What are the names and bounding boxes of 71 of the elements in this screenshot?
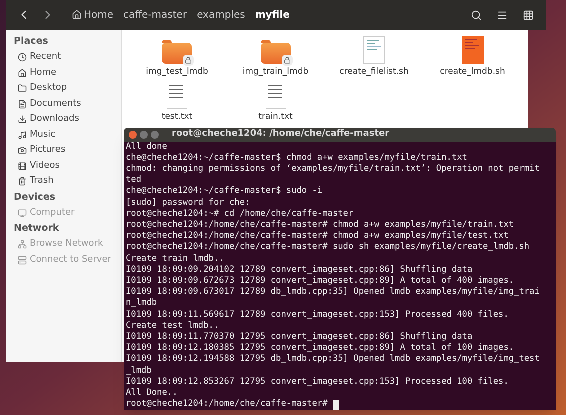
file-name[interactable]: test.txt <box>162 110 193 124</box>
sidebar-item[interactable]: Recent <box>14 50 121 66</box>
terminal-line: I0109 18:09:12.194588 12795 db_lmdb.cpp:35] Opened lmdb examples/myfile/img_test <box>126 354 540 366</box>
search-icon <box>470 10 482 20</box>
terminal-line: I0109 18:09:12.180385 12795 convert_imageset.cpp:89] A total of 100 images. <box>126 343 514 354</box>
terminal-line: Create test lmdb.. <box>126 320 220 332</box>
sidebar-item[interactable]: Videos <box>14 158 121 174</box>
sidebar-item-icon <box>18 208 27 218</box>
terminal-line: root@cheche1204:/home/che/caffe-master# sudo sh examples/myfile/create_lmdb.sh <box>126 242 530 254</box>
sidebar-item-icon <box>18 115 27 124</box>
sidebar-item[interactable]: Pictures <box>14 143 121 158</box>
sidebar-item-icon <box>18 162 27 171</box>
sidebar-item[interactable]: Home <box>14 66 121 81</box>
path-button[interactable]: myfile <box>253 8 292 22</box>
path-button[interactable]: examples <box>195 8 248 22</box>
file-name[interactable]: create_filelist.sh <box>340 66 409 79</box>
path-button[interactable]: Home <box>70 8 116 22</box>
terminal-line: I0109 18:09:09.672673 12789 convert_imageset.cpp:89] A total of 400 images. <box>126 276 514 287</box>
terminal-prompt: root@cheche1204:/home/che/caffe-master# <box>126 399 328 410</box>
grid-icon <box>522 10 534 20</box>
path-button[interactable]: caffe-master <box>122 8 190 22</box>
sidebar-item-icon <box>18 84 27 94</box>
sidebar-item-icon <box>18 240 27 250</box>
window-title: root@cheche1204: /home/che/caffe-master <box>172 128 390 141</box>
sidebar-item-icon <box>18 177 27 186</box>
file-name[interactable]: create_lmdb.sh <box>440 66 506 79</box>
sidebar-heading: Devices <box>14 190 57 204</box>
file-name[interactable]: train.txt <box>258 110 293 124</box>
terminal-line: che@cheche1204:~/caffe-master$ chmod a+w examples/myfile/train.txt <box>126 152 468 164</box>
maximize-button[interactable] <box>151 130 159 139</box>
terminal-line: I0109 18:09:11.770370 12795 convert_imageset.cpp:86] Shuffling data <box>126 332 473 343</box>
sidebar-item[interactable]: Music <box>14 128 121 143</box>
sidebar-item-icon <box>18 130 27 140</box>
script-file-icon <box>363 36 386 64</box>
text-cursor <box>332 400 339 410</box>
terminal-line: Create train lmdb.. <box>126 254 224 265</box>
sidebar-heading: Places <box>14 35 50 49</box>
terminal-line: I0109 18:09:11.569617 12789 convert_imageset.cpp:153] Processed 400 files. <box>126 310 509 321</box>
terminal-line: che@cheche1204:~/caffe-master$ sudo -i <box>126 186 323 198</box>
sidebar-item-icon <box>18 256 27 265</box>
terminal-line: _lmdb <box>126 366 152 377</box>
terminal-line: [sudo] password for che: <box>126 198 250 209</box>
sidebar-item-icon <box>18 146 27 156</box>
sidebar-item[interactable]: Desktop <box>14 81 121 96</box>
terminal-line: I0109 18:09:09.204102 12789 convert_imageset.cpp:86] Shuffling data <box>126 264 473 276</box>
sidebar-item-icon <box>18 53 27 62</box>
terminal-line: I0109 18:09:12.853267 12795 convert_imageset.cpp:153] Processed 100 files. <box>126 376 509 388</box>
terminal-line: root@cheche1204:/home/che/caffe-master# chmod a+w examples/myfile/test.txt <box>126 231 509 242</box>
terminal-line: All Done.. <box>126 388 178 400</box>
sidebar-item-icon <box>18 68 27 78</box>
terminal-line: I0109 18:09:09.673017 12789 db_lmdb.cpp:35] Opened lmdb examples/myfile/img_trai <box>126 287 540 298</box>
file-name[interactable]: img_train_lmdb <box>242 66 309 79</box>
file-name[interactable]: img_test_lmdb <box>146 66 208 79</box>
close-button[interactable] <box>129 130 137 139</box>
home-icon <box>72 10 82 20</box>
terminal-line: ted <box>126 175 142 186</box>
terminal-line: n_lmdb <box>126 298 158 310</box>
locked-folder-icon <box>260 40 291 64</box>
terminal-line: root@cheche1204:~# cd /home/che/caffe-master <box>126 208 354 220</box>
sidebar-item[interactable]: Documents <box>14 96 121 112</box>
sidebar-item[interactable]: Downloads <box>14 112 121 128</box>
sidebar-item[interactable]: Trash <box>14 174 121 190</box>
sidebar-item-icon <box>18 100 27 109</box>
terminal-line: root@cheche1204:/home/che/caffe-master# chmod a+w examples/myfile/train.txt <box>126 220 514 231</box>
terminal-line: All done <box>126 142 168 153</box>
sidebar-heading: Network <box>14 222 60 236</box>
terminal-line: chmod: changing permissions of ‘examples/myfile/train.txt’: Operation not permit <box>126 164 540 176</box>
script-file-icon <box>462 36 484 64</box>
menu-icon <box>496 10 508 20</box>
minimize-button[interactable] <box>140 130 148 139</box>
locked-folder-icon <box>162 40 192 64</box>
